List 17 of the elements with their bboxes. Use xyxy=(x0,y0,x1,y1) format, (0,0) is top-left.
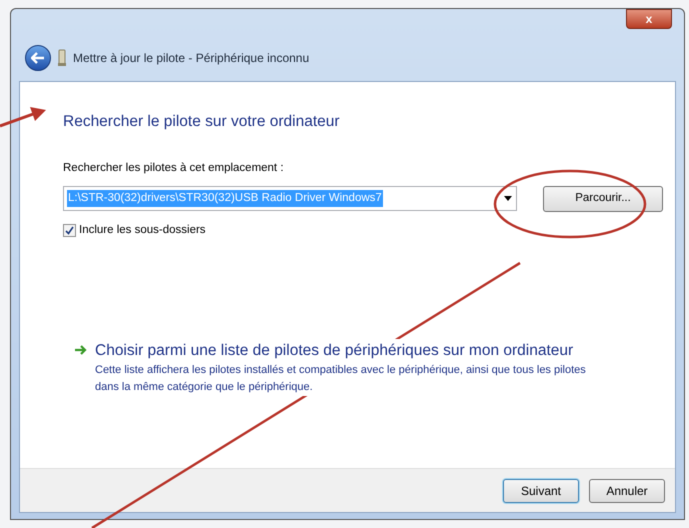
page-heading: Rechercher le pilote sur votre ordinateur xyxy=(63,112,341,132)
dialog-button[interactable]: Annuler xyxy=(589,478,665,502)
annotation-arrow xyxy=(0,107,46,128)
check-icon xyxy=(65,226,74,235)
subfolders-checkbox[interactable] xyxy=(63,224,76,237)
browse-button[interactable]: Parcourir... xyxy=(543,186,663,212)
dialog-button[interactable]: Suivant xyxy=(503,478,579,502)
subfolders-label: Inclure les sous-dossiers xyxy=(79,222,206,238)
window-title: Mettre à jour le pilote - Périphérique inconnu xyxy=(73,50,310,67)
back-button[interactable] xyxy=(25,45,51,71)
dropdown-caret-icon[interactable] xyxy=(504,196,512,201)
arrow-icon xyxy=(75,344,87,355)
location-label: Rechercher les pilotes à cet emplacement : xyxy=(63,161,285,176)
close-button[interactable]: x xyxy=(626,9,672,29)
back-arrow-icon xyxy=(31,52,45,64)
device-icon xyxy=(57,49,67,67)
path-value: L:\STR-30(32)drivers\STR30(32)USB Radio Driver Windows7 xyxy=(67,190,383,208)
